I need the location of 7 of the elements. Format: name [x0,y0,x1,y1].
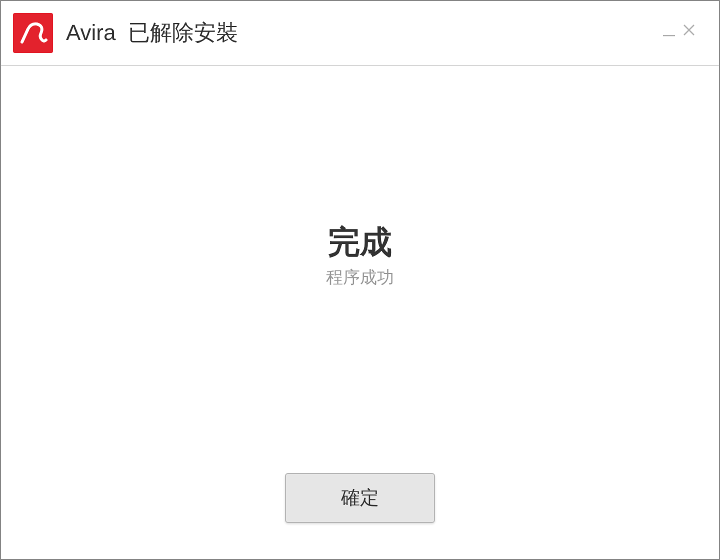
ok-button[interactable]: 確定 [285,473,435,523]
window-title: Avira 已解除安裝 [66,19,238,47]
heading: 完成 [328,222,392,262]
logo-icon [13,13,53,53]
status-message: 程序成功 [326,267,394,289]
minimize-icon[interactable] [663,34,675,36]
close-icon[interactable] [683,24,695,36]
